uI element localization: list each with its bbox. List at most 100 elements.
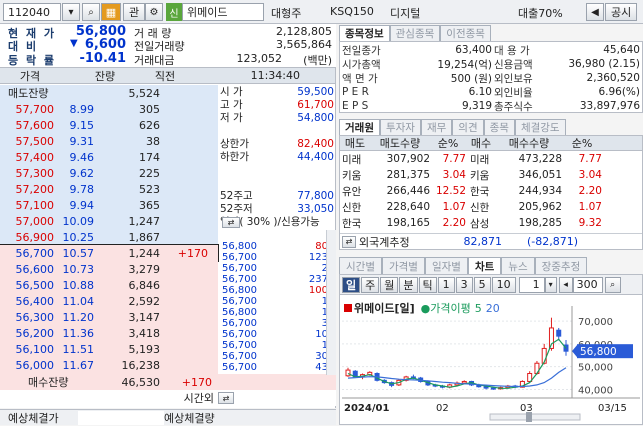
broker-sell-pct: 12.52 (435, 185, 466, 197)
interval-button[interactable]: 10 (491, 276, 516, 293)
bid-pct: 11.51 (62, 342, 95, 356)
ask-row[interactable]: 57,100 9.94 365 (0, 197, 218, 213)
candle-body (461, 380, 467, 384)
bid-row[interactable]: 56,200 11.36 3,418 (0, 325, 218, 341)
ask-pct: 9.78 (69, 182, 95, 196)
broker-row: 키움 281,375 3.04 키움 346,051 3.04 (340, 167, 642, 183)
broker-tab-label: 재무 (426, 122, 447, 134)
ask-row[interactable]: 57,000 10.09 1,247 (0, 213, 218, 229)
dropdown-arrow-icon[interactable]: ▾ (62, 3, 80, 21)
chart-tab-label: 가격별 (388, 260, 418, 273)
chart-prev-icon[interactable]: ◂ (558, 276, 573, 293)
interest-button[interactable]: 관 (123, 3, 146, 21)
disclosure-button[interactable]: 공시 (605, 3, 638, 21)
tab-previous[interactable]: 이전종목 (440, 25, 491, 41)
tab-stock-info[interactable]: 종목정보 (339, 25, 390, 41)
broker-buy-pct: 1.07 (578, 201, 602, 213)
bid-row[interactable]: 56,500 10.88 6,846 (0, 277, 218, 293)
bid-pct: 11.20 (62, 310, 95, 324)
broker-buy-name: 미래 (470, 153, 490, 166)
bid-pct: 11.04 (62, 294, 95, 308)
toggle-arrows-icon[interactable]: ⇄ (218, 392, 234, 404)
broker-tab[interactable]: 의견 (452, 119, 484, 135)
broker-tab[interactable]: 체결강도 (514, 119, 566, 135)
last-price-label: 56,800 (580, 346, 617, 358)
broker-tab-label: 의견 (458, 122, 478, 134)
info-value: 63,400 (455, 44, 492, 56)
tick-toggle-icon[interactable]: ⇄ (222, 216, 240, 228)
chart-tab[interactable]: 차트 (467, 257, 502, 274)
stock-code-input[interactable]: 112040 (3, 3, 61, 21)
foreign-toggle-icon[interactable]: ⇄ (342, 235, 356, 248)
period-button[interactable]: 주 (361, 276, 380, 293)
ask-price: 57,700 (15, 102, 55, 116)
chart-tab[interactable]: 시간별 (339, 257, 382, 274)
bid-row[interactable]: 56,600 10.73 3,279 (0, 261, 218, 277)
ask-row[interactable]: 57,200 9.78 523 (0, 181, 218, 197)
chart-tab[interactable]: 뉴스 (501, 257, 535, 274)
broker-row: 한국 198,165 2.20 삼성 198,285 9.32 (340, 215, 642, 231)
interval-select[interactable]: 1 (518, 276, 545, 293)
prev-volume-value: 3,565,864 (276, 38, 332, 51)
period-button[interactable]: 월 (380, 276, 399, 293)
tick-price: 56,800 (222, 307, 257, 318)
foreign-diff: (-82,871) (526, 235, 578, 248)
bid-qty: 1,244 (128, 246, 161, 260)
chart-tab[interactable]: 장중추정 (534, 257, 588, 274)
bid-row[interactable]: 56,400 11.04 2,592 (0, 293, 218, 309)
ask-row[interactable]: 57,600 9.15 626 (0, 117, 218, 133)
chart-tab[interactable]: 일자별 (424, 257, 468, 274)
info-right-col: 대 용 가 45,640 신용금액 36,980 (2.15) 외인보유 2,360,52… (494, 43, 640, 113)
ask-row[interactable]: 57,700 8.99 305 (0, 101, 218, 117)
candle-body (483, 386, 489, 389)
broker-tab[interactable]: 재무 (420, 119, 453, 135)
ask-row[interactable]: 57,500 9.31 38 (0, 133, 218, 149)
bid-row[interactable]: 56,000 11.67 16,238 (0, 357, 218, 373)
period-button[interactable]: 일 (342, 276, 361, 293)
expected-price-label: 예상체결가 (8, 411, 59, 425)
tab-watchlist[interactable]: 관심종목 (389, 25, 441, 41)
expected-bar: 예상체결가 예상체결량 (0, 409, 336, 425)
price-chart[interactable]: 70,00060,00050,00040,00056,8002024/01020… (340, 296, 642, 424)
holdings-icon[interactable]: ▦ (101, 3, 121, 21)
tick-row: 56,700 43 (222, 362, 328, 373)
bar-count-input[interactable]: 300 (572, 276, 603, 293)
interval-button[interactable]: 1 (437, 276, 455, 293)
prev-arrow-icon[interactable]: ◀ (586, 3, 604, 21)
ask-total-row: 매도잔량 5,524 (0, 85, 218, 101)
chart-search-icon[interactable]: ⌕ (604, 276, 621, 293)
tick-scrollbar[interactable] (326, 230, 336, 375)
info-left-row: 시가총액 19,254(억) (342, 57, 492, 71)
info-right-row: 외인비율 6.96(%) (494, 85, 640, 99)
bid-row[interactable]: 56,700 10.57 1,244 +170 (0, 245, 218, 261)
settings-gear-icon[interactable]: ⚙ (145, 3, 163, 21)
chart-tab[interactable]: 가격별 (381, 257, 425, 274)
broker-tab[interactable]: 투자자 (379, 119, 421, 135)
ask-row[interactable]: 56,900 10.25 1,867 (0, 229, 218, 245)
info-right-row: 대 용 가 45,640 (494, 43, 640, 57)
select-arrow-icon[interactable]: ▾ (544, 276, 557, 293)
volume-value: 2,128,805 (276, 25, 332, 38)
search-icon[interactable]: ⌕ (82, 3, 100, 21)
ask-row[interactable]: 57,300 9.62 225 (0, 165, 218, 181)
bid-row[interactable]: 56,100 11.51 5,193 (0, 341, 218, 357)
broker-tab-label: 거래원 (345, 122, 374, 134)
period-button[interactable]: 틱 (418, 276, 437, 293)
tick-price: 56,700 (222, 351, 257, 362)
broker-tab[interactable]: 종목 (483, 119, 515, 135)
tick-list: 56,800 80 56,700 123 56,700 2 56,700 237 56,800 1… (222, 241, 328, 373)
stock-name-field[interactable]: 위메이드 (182, 3, 264, 21)
bid-row[interactable]: 56,300 11.20 3,147 (0, 309, 218, 325)
broker-buy-pct: 2.20 (578, 185, 602, 197)
period-button[interactable]: 분 (399, 276, 418, 293)
bid-price: 56,600 (15, 262, 55, 276)
interval-button[interactable]: 5 (473, 276, 491, 293)
foreign-row: ⇄ 외국계추정 82,871 (-82,871) (340, 233, 642, 249)
broker-rows: 미래 307,902 7.77 미래 473,228 7.77 키움 281,375 3.04 키… (340, 151, 642, 231)
stock-name: 위메이드 (187, 6, 228, 19)
interval-button[interactable]: 3 (455, 276, 473, 293)
broker-tab[interactable]: 거래원 (339, 119, 380, 135)
ask-row[interactable]: 57,400 9.46 174 (0, 149, 218, 165)
broker-buy-name: 키움 (470, 169, 490, 182)
price-info-list: 시 가 59,500 고 가 61,700 저 가 54,800 상한가 82,400 하한가 4… (218, 85, 336, 229)
